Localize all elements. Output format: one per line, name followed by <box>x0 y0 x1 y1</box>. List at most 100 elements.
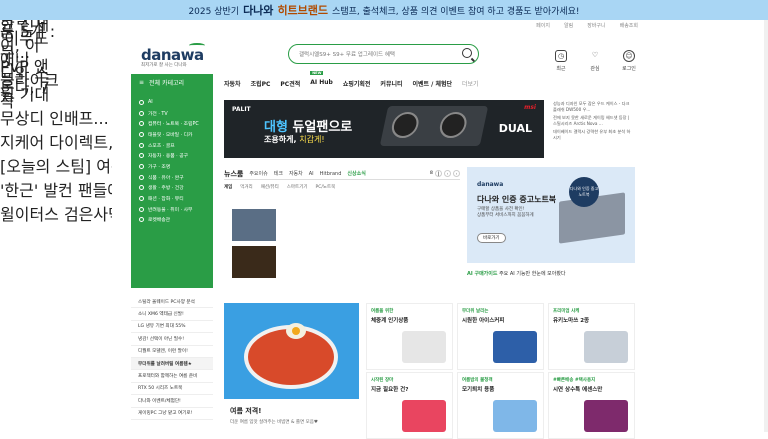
news-tab[interactable]: 주요이슈 <box>249 170 267 177</box>
utility-link[interactable]: 배송조회 <box>620 22 638 29</box>
card-eyebrow: 시작된 장마 <box>371 378 394 383</box>
heart-icon: ♡ <box>591 51 599 59</box>
notice-item[interactable]: 성능과 디자인 모두 잡은 우드 케이스 - 다크플래쉬 DW500 우... <box>553 101 633 113</box>
news-tab-hot[interactable]: 신상소식 <box>347 170 365 177</box>
wishlist-label: 관심 <box>590 66 600 72</box>
promo-link[interactable]: 프로젝터와 함께하는 여름 준비 <box>131 370 213 383</box>
card-title: 체중계 인기상품 <box>371 318 409 324</box>
nav-item-label: AI Hub <box>310 79 333 86</box>
utility-link[interactable]: 페이지 <box>536 22 550 29</box>
banner-desc: 스탬프, 출석체크, 상품 의견 이벤트 참여 하고 경품도 받아가세요! <box>332 6 580 17</box>
login-button[interactable]: ☺ 로그인 <box>619 50 639 72</box>
sidebar-category[interactable]: 반려동물 · 취미 · 사무 <box>131 204 213 215</box>
nav-more[interactable]: 더보기 <box>462 79 479 88</box>
utility-link[interactable]: 장바구니 <box>587 22 605 29</box>
recent-label: 최근 <box>556 66 566 72</box>
promo-link[interactable]: 냉감! 선택이 아닌 필수! <box>131 333 213 346</box>
category-icon <box>139 196 144 202</box>
sidebar-category[interactable]: 가전 · TV <box>131 108 213 119</box>
nav-item[interactable]: 쇼핑기획전 <box>343 79 371 88</box>
hero-model: DUAL <box>498 122 532 135</box>
promo-button[interactable]: 바로가기 <box>477 233 506 243</box>
sidebar-category[interactable]: 생활 · 주방 · 건강 <box>131 183 213 194</box>
promo-link-list: 스틸라 올웨이드 PC사양 분석 소니 XM6 엑테급 신발! LG 냉뮤 기변 최… <box>131 296 213 420</box>
promo-link[interactable]: 다나와 이벤트/체험단! <box>131 395 213 408</box>
news-headline[interactable]: 애니 PvP 앤디와 스플라이크 온다, 7월 기대작 <box>0 52 62 110</box>
search-icon[interactable] <box>462 48 472 58</box>
wishlist-button[interactable]: ♡ 관심 <box>585 50 605 72</box>
ai-guide-link[interactable]: AI 구매가이드 주요 AI 기능만 한눈에 모아봤다 <box>467 270 566 277</box>
sidebar-category[interactable]: 가구 · 조명 <box>131 161 213 172</box>
hero-line1: 듀얼팬으로 <box>287 120 353 135</box>
fan-icon <box>389 112 421 138</box>
sidebar-category[interactable]: 자동차 · 용품 · 공구 <box>131 150 213 161</box>
product-image <box>584 331 628 363</box>
notice-item[interactable]: 전에 보지 못한 새로운 게이밍 헤드셋 등장 | 스틸시리즈 Arctis N… <box>553 115 633 127</box>
category-icon <box>139 142 144 148</box>
news-subtab[interactable]: 먹거리 <box>240 184 252 193</box>
feature-banner[interactable]: 여름 저격! 더운 여름 입맛 살려주는 비빔면 & 쫄면 모음♥ <box>224 303 359 433</box>
main-nav: 자동차 조립PC PC견적 NEW AI Hub 쇼핑기획전 커뮤니티 이벤트 /… <box>224 71 479 88</box>
news-thumbnail[interactable] <box>232 246 276 278</box>
news-subtab[interactable]: 스마트기기 <box>287 184 308 193</box>
news-subtab[interactable]: 게임 <box>224 184 232 193</box>
news-tab[interactable]: AI <box>309 171 314 177</box>
sidebar-category-label: 컴퓨터 · 노트북 · 조립PC <box>148 122 199 128</box>
sidebar-category[interactable]: 로켓배송관 <box>131 215 213 226</box>
news-headline[interactable]: 윌이터스 검은사막 콘솔, PS5, XBOX 시리즈 X/S ... <box>0 201 112 225</box>
product-card[interactable]: 여름을 위한 체중계 인기상품 <box>366 303 453 370</box>
all-category-button[interactable]: ≡ 전체 카테고리 <box>131 74 213 91</box>
event-banner[interactable]: 2025 상반기 다나와 히트브랜드 스탬프, 출석체크, 상품 의견 이벤트 … <box>0 0 768 20</box>
nav-item[interactable]: 조립PC <box>251 79 271 88</box>
promo-link[interactable]: 게이밍PC 그냥 맡고 여기로! <box>131 408 213 420</box>
product-card[interactable]: #빠른배송 #택사용지시연 상수특 에센스만 <box>548 372 635 439</box>
news-tab[interactable]: Hitbrand <box>320 171 342 177</box>
news-pager: 8 ‖ ‹ › <box>430 170 460 177</box>
card-eyebrow: #빠른배송 #택사용지 <box>553 378 596 383</box>
promo-link[interactable]: 무더위를 날려버릴 여름템★ <box>131 357 213 371</box>
nav-item-ai-hub[interactable]: NEW AI Hub <box>310 71 333 88</box>
sidebar-category[interactable]: 태블릿 · 모바일 · 디카 <box>131 129 213 140</box>
prev-icon[interactable]: ‹ <box>444 170 451 177</box>
promo-link[interactable]: 스틸라 올웨이드 PC사양 분석 <box>131 296 213 309</box>
search-input[interactable]: 갤럭시엘S9+ S9+ 무료 업그레이드 혜택 <box>288 44 479 64</box>
page-scrollbar[interactable] <box>764 20 768 432</box>
news-tab[interactable]: 테크 <box>274 170 283 177</box>
news-thumbnail[interactable] <box>232 209 276 241</box>
news-tab[interactable]: 자동차 <box>289 170 303 177</box>
nav-item[interactable]: 자동차 <box>224 79 241 88</box>
next-icon[interactable]: › <box>453 170 460 177</box>
news-subtab[interactable]: PC/노트북 <box>315 184 335 193</box>
hero-banner[interactable]: PALIT 대형 듀얼팬으로 조용하게, 치갑게! msi DUAL <box>224 100 544 158</box>
news-headline[interactable]: '한근' 발컨 팬들에 '베이비신레택' 패러 7 월 점식... <box>0 177 112 201</box>
product-card[interactable]: 무더위 날리는 시원한 아이스커피 <box>457 303 544 370</box>
product-card[interactable]: 시작된 장마 지금 필요한 건? <box>366 372 453 439</box>
card-title: 시연 상수특 에센스만 <box>553 387 603 393</box>
pause-icon[interactable]: ‖ <box>435 170 442 177</box>
utility-link[interactable]: 알림 <box>564 22 573 29</box>
notice-item[interactable]: 데이베이드 갤럭시 강력한 유부 최초 분석 하시기 <box>553 129 633 141</box>
sidebar-category[interactable]: 식품 · 유아 · 완구 <box>131 172 213 183</box>
news-subtab[interactable]: 패션/뷰티 <box>261 184 279 193</box>
nav-item[interactable]: 커뮤니티 <box>380 79 402 88</box>
used-laptop-promo[interactable]: danawa 다나와 인증 중고노트북 구매할 상품을 사전 확인! 상품부터 서… <box>467 167 635 263</box>
sidebar-category[interactable]: AI <box>131 97 213 108</box>
sidebar-category[interactable]: 스포츠 · 골프 <box>131 140 213 151</box>
nav-item[interactable]: PC견적 <box>280 79 300 88</box>
sidebar-category[interactable]: 패션 · 잡화 · 뷰티 <box>131 193 213 204</box>
nav-item[interactable]: 이벤트 / 체험단 <box>413 79 453 88</box>
side-notices: 성능과 디자인 모두 잡은 우드 케이스 - 다크플래쉬 DW500 우... … <box>553 101 633 143</box>
promo-link[interactable]: 디월트 모델엔, 이런 팔이! <box>131 346 213 358</box>
news-headline[interactable]: 무상디 인배프... 7월 신작 게임 총정리 <box>0 105 112 129</box>
product-card[interactable]: 여름밤의 불청객 모기퇴치 용품 <box>457 372 544 439</box>
recent-button[interactable]: ◷ 최근 <box>551 50 571 72</box>
news-headline[interactable]: 지케어 다이렉트, 돌 글리는 '시식포스 시뮬레이'가... <box>0 129 112 153</box>
promo-desc-line: 상품부터 서비스까지 꼼꼼하게 <box>477 213 534 218</box>
promo-link[interactable]: RTX 50 시리즈 노트북 <box>131 383 213 396</box>
news-headline[interactable]: [오늘의 스팀] 여름 세일, 90% 이상 할인 블랙잭 '포... <box>0 153 112 177</box>
sidebar-category[interactable]: 컴퓨터 · 노트북 · 조립PC <box>131 118 213 129</box>
sidebar-category-label: 생활 · 주방 · 건강 <box>148 186 184 192</box>
product-card[interactable]: 프리미엄 사케 유키노마쓰 2종 <box>548 303 635 370</box>
promo-link[interactable]: 소니 XM6 엑테급 신발! <box>131 308 213 321</box>
promo-link[interactable]: LG 냉뮤 기변 최대 55% <box>131 321 213 334</box>
